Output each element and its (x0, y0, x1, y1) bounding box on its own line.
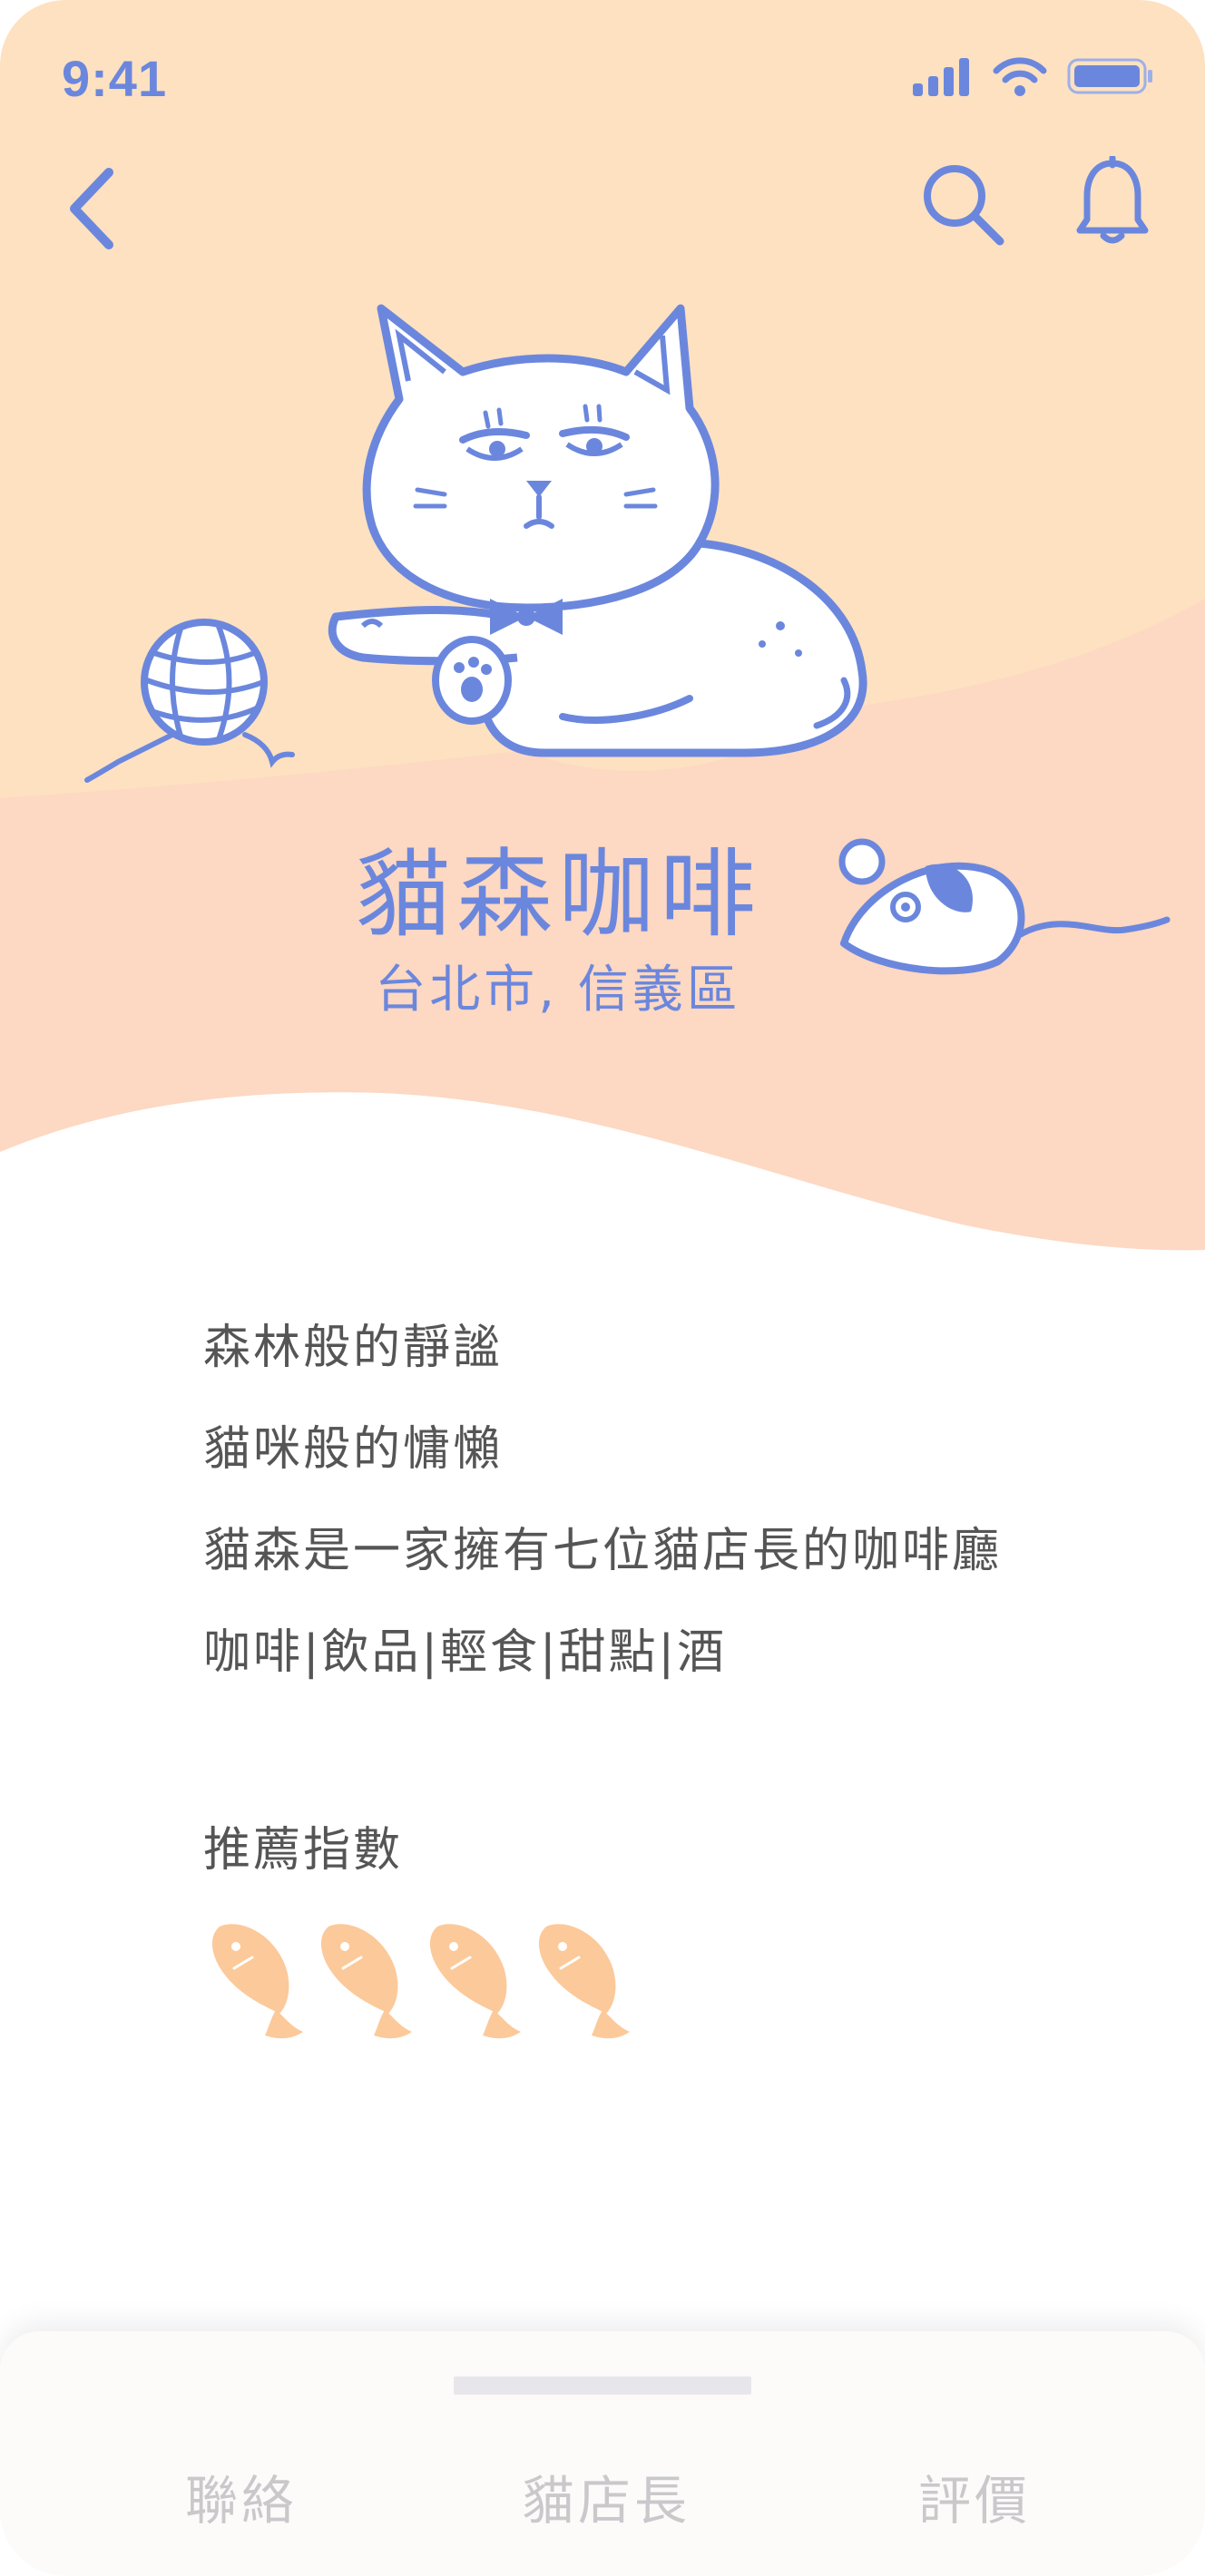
tab-contact[interactable]: 聯絡 (105, 2458, 377, 2534)
status-icons (911, 56, 1154, 96)
fish-icon (320, 1924, 412, 2039)
description-line: 森林般的靜謐 (203, 1321, 504, 1375)
back-chevron-icon[interactable] (65, 163, 120, 254)
description-line: 貓咪般的慵懶 (203, 1422, 504, 1477)
wifi-icon (993, 57, 1047, 96)
rating-fish-row (203, 1916, 1147, 2043)
shop-title: 貓森咖啡 (355, 839, 761, 951)
shop-location: 台北市, 信義區 (375, 961, 741, 1020)
fish-icon (538, 1924, 630, 2039)
rating-label: 推薦指數 (203, 1823, 404, 1878)
description-section: 森林般的靜謐 貓咪般的慵懶 貓森是一家擁有七位貓店長的咖啡廳 咖啡|飲品|輕食|… (203, 1297, 1147, 2043)
status-bar: 9:41 (0, 0, 1205, 154)
tab-cat-managers[interactable]: 貓店長 (470, 2458, 742, 2534)
cat-illustration (327, 304, 867, 771)
tab-reviews[interactable]: 評價 (838, 2458, 1111, 2534)
bell-icon[interactable] (1074, 156, 1151, 247)
sheet-drag-handle[interactable] (454, 2376, 751, 2395)
yarn-ball-illustration (84, 619, 295, 783)
bottom-sheet: 聯絡 貓店長 評價 (0, 2331, 1205, 2576)
battery-icon (1067, 58, 1152, 94)
fish-icon (429, 1924, 521, 2039)
search-icon[interactable] (918, 160, 1009, 250)
description-line: 貓森是一家擁有七位貓店長的咖啡廳 (203, 1524, 1003, 1578)
signal-icon (913, 58, 969, 96)
phone-screen: 9:41 貓森咖啡 台北市, 信義區 森林般的靜謐 貓咪般的慵懶 貓森是一家擁有… (0, 0, 1205, 2576)
status-time: 9:41 (62, 50, 168, 107)
fish-icon (211, 1924, 303, 2039)
menu-categories: 咖啡|飲品|輕食|甜點|酒 (203, 1625, 728, 1680)
